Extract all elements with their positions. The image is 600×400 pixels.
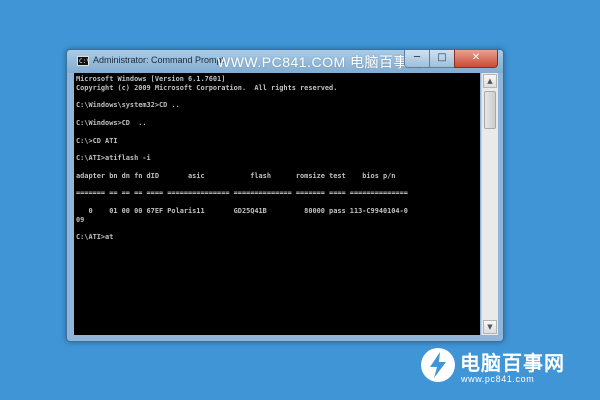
watermark-text: WWW.PC841.COM 电脑百事网 (217, 54, 423, 70)
scroll-down-icon[interactable]: ▼ (483, 320, 497, 334)
command-prompt-window: C:\ Administrator: Command Prompt WWW.PC… (66, 49, 504, 342)
close-button[interactable]: ✕ (454, 50, 498, 68)
logo-name: 电脑百事网 (460, 353, 565, 375)
vertical-scrollbar[interactable]: ▲ ▼ (481, 73, 498, 335)
site-logo: 电脑百事网 www.pc841.com (420, 345, 600, 395)
minimize-button[interactable]: ─ (404, 50, 430, 68)
scroll-up-icon[interactable]: ▲ (483, 74, 497, 88)
logo-url: www.pc841.com (461, 374, 535, 384)
command-prompt-icon[interactable]: C:\ (77, 56, 90, 66)
maximize-button[interactable]: □ (429, 50, 455, 68)
console-text[interactable]: Microsoft Windows [Version 6.1.7601] Cop… (74, 73, 480, 242)
scroll-thumb[interactable] (484, 91, 496, 129)
console-output[interactable]: Microsoft Windows [Version 6.1.7601] Cop… (74, 73, 480, 335)
window-title: Administrator: Command Prompt (93, 55, 225, 65)
logo-mark-icon (421, 348, 455, 382)
window-titlebar[interactable]: C:\ Administrator: Command Prompt WWW.PC… (67, 50, 503, 73)
